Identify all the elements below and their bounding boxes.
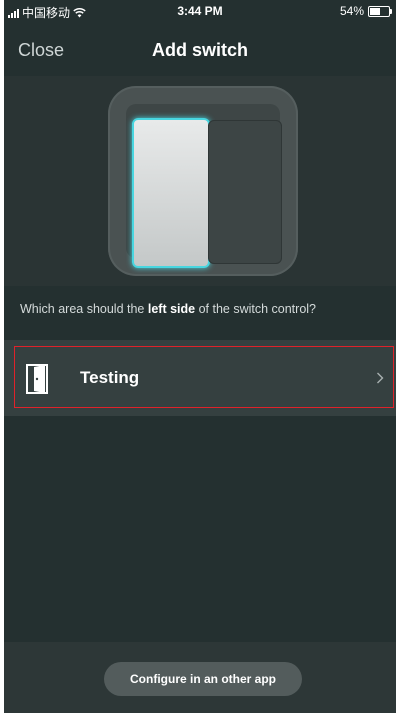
instruction-suffix: of the switch control? bbox=[195, 302, 317, 316]
switch-paddles bbox=[108, 86, 298, 276]
instruction-text: Which area should the left side of the s… bbox=[20, 302, 316, 316]
app-screen: 中国移动 3:44 PM 54% Close Add switch Which … bbox=[4, 0, 396, 713]
battery-icon bbox=[368, 5, 392, 17]
room-list-item[interactable]: Testing bbox=[4, 340, 396, 416]
battery-level bbox=[370, 7, 380, 15]
status-bar: 中国移动 3:44 PM 54% bbox=[4, 0, 396, 22]
selection-highlight bbox=[14, 346, 394, 408]
switch-left-paddle bbox=[132, 118, 210, 268]
battery-percent: 54% bbox=[339, 4, 364, 18]
nav-bar: Close Add switch bbox=[4, 22, 396, 76]
configure-other-app-button[interactable]: Configure in an other app bbox=[104, 662, 302, 696]
close-button[interactable]: Close bbox=[18, 40, 64, 61]
switch-right-paddle bbox=[208, 120, 282, 264]
instruction-emphasis: left side bbox=[147, 302, 196, 316]
switch-illustration bbox=[4, 76, 396, 286]
status-time: 3:44 PM bbox=[177, 4, 223, 18]
status-right: 54% bbox=[339, 4, 392, 18]
instruction-prefix: Which area should the bbox=[20, 302, 148, 316]
